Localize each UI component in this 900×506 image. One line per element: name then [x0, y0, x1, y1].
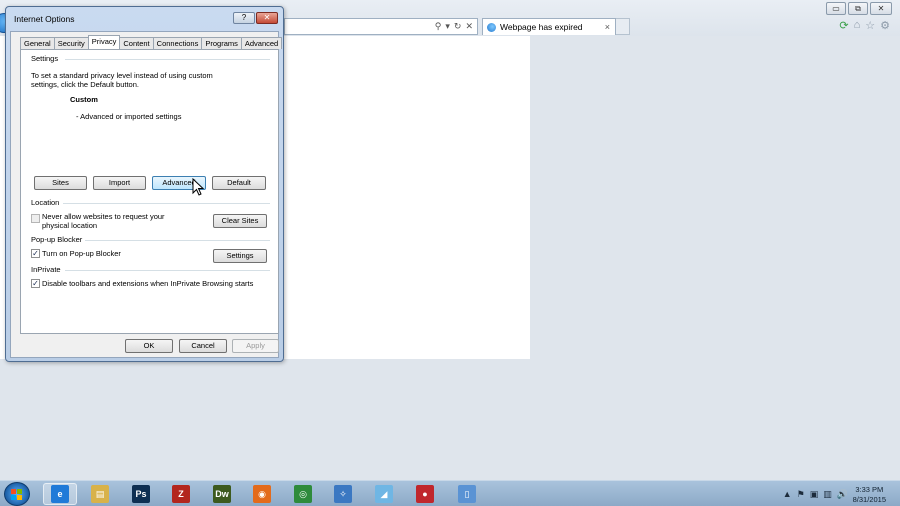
- tab-connections[interactable]: Connections: [152, 37, 203, 49]
- taskbar-app-dreamweaver[interactable]: Dw: [205, 483, 239, 505]
- taskbar-app-safari[interactable]: ✧: [326, 483, 360, 505]
- volume-icon[interactable]: 🔊: [837, 489, 848, 500]
- tab-advanced[interactable]: Advanced: [240, 37, 283, 49]
- restore-button[interactable]: ⧉: [848, 2, 868, 15]
- chrome-icon: ◎: [294, 485, 312, 503]
- taskbar-app-file-explorer[interactable]: ▤: [83, 483, 117, 505]
- clock[interactable]: 3:33 PM 8/31/2015: [853, 485, 886, 505]
- browser-right-icons: ⟳ ⌂ ☆ ⚙: [839, 19, 890, 32]
- taskbar-app-firefox[interactable]: ◉: [245, 483, 279, 505]
- taskbar-app-chrome[interactable]: ◎: [286, 483, 320, 505]
- photoshop-icon: Ps: [132, 485, 150, 503]
- default-button[interactable]: Default: [212, 176, 266, 190]
- minimize-button[interactable]: ▭: [826, 2, 846, 15]
- popup-blocker-checkbox[interactable]: ✓: [31, 249, 40, 258]
- group-divider: [65, 270, 270, 271]
- dialog-tabs: General Security Privacy Content Connect…: [20, 35, 283, 49]
- tab-title: Webpage has expired: [500, 22, 583, 32]
- dialog-title: Internet Options: [14, 14, 75, 24]
- taskbar-app-filezilla[interactable]: Z: [164, 483, 198, 505]
- filezilla-icon: Z: [172, 485, 190, 503]
- tab-general[interactable]: General: [20, 37, 55, 49]
- app-red-icon: ●: [416, 485, 434, 503]
- inprivate-checkbox[interactable]: ✓: [31, 279, 40, 288]
- browser-tab[interactable]: Webpage has expired ×: [482, 18, 616, 35]
- popup-blocker-label: Turn on Pop-up Blocker: [42, 249, 121, 258]
- address-bar[interactable]: ⚲ ▾ ↻ ✕: [284, 18, 478, 35]
- privacy-level-name: Custom: [70, 95, 98, 104]
- mouse-cursor-icon: [192, 178, 204, 196]
- import-button[interactable]: Import: [93, 176, 146, 190]
- document-icon: ▯: [458, 485, 476, 503]
- tab-privacy[interactable]: Privacy: [87, 35, 121, 49]
- close-window-button[interactable]: ✕: [870, 2, 892, 15]
- refresh-icon[interactable]: ↻: [454, 21, 462, 32]
- location-group-label: Location: [31, 198, 60, 207]
- page-icon: [487, 22, 496, 32]
- network-icon[interactable]: ▥: [823, 489, 832, 500]
- tab-programs[interactable]: Programs: [201, 37, 242, 49]
- window-controls: ▭ ⧉ ✕: [826, 2, 892, 15]
- home-icon[interactable]: ⌂: [854, 19, 861, 32]
- search-icon[interactable]: ⚲: [435, 21, 442, 32]
- taskbar-app-photoshop[interactable]: Ps: [124, 483, 158, 505]
- tray-app-icon[interactable]: ▣: [810, 489, 819, 500]
- group-divider: [63, 203, 270, 204]
- start-button[interactable]: [4, 482, 30, 506]
- inprivate-checkbox-label: Disable toolbars and extensions when InP…: [42, 279, 254, 288]
- taskbar-app-internet-explorer[interactable]: e: [43, 483, 77, 505]
- sites-button[interactable]: Sites: [34, 176, 87, 190]
- privacy-description-line2: settings, click the Default button.: [31, 80, 139, 89]
- settings-group-label: Settings: [31, 54, 59, 63]
- popup-settings-button[interactable]: Settings: [213, 249, 267, 263]
- tools-gear-icon[interactable]: ⚙: [880, 19, 890, 32]
- stop-icon[interactable]: ✕: [465, 21, 473, 32]
- popup-group-label: Pop-up Blocker: [31, 235, 83, 244]
- taskbar-app-app-red[interactable]: ●: [408, 483, 442, 505]
- location-checkbox-label-line1: Never allow websites to request your: [42, 212, 165, 221]
- dreamweaver-icon: Dw: [213, 485, 231, 503]
- internet-options-dialog: Internet Options ? ✕ General Security Pr…: [5, 6, 284, 362]
- chevron-down-icon[interactable]: ▾: [445, 21, 450, 32]
- clock-date: 8/31/2015: [852, 495, 886, 504]
- safari-icon: ✧: [334, 485, 352, 503]
- privacy-level-detail: - Advanced or imported settings: [76, 112, 182, 121]
- taskbar-app-app-blue[interactable]: ◢: [367, 483, 401, 505]
- dialog-close-button[interactable]: ✕: [256, 12, 278, 24]
- app-blue-icon: ◢: [375, 485, 393, 503]
- help-button[interactable]: ?: [233, 12, 255, 24]
- taskbar: e ▤ Ps Z Dw ◉ ◎ ✧ ◢ ● ▯ ▲ ⚑ ▣ ▥ 🔊 3:33 PM 8/31/201…: [0, 480, 900, 506]
- inprivate-group-label: InPrivate: [31, 265, 61, 274]
- file-explorer-icon: ▤: [91, 485, 109, 503]
- location-checkbox[interactable]: [31, 214, 40, 223]
- action-center-icon[interactable]: ⚑: [797, 489, 805, 500]
- new-tab-button[interactable]: [616, 18, 630, 35]
- privacy-panel: Settings To set a standard privacy level…: [20, 49, 279, 334]
- windows-logo-icon: [11, 489, 23, 500]
- tab-close-icon[interactable]: ×: [605, 22, 610, 32]
- show-hidden-icons-icon[interactable]: ▲: [783, 489, 792, 500]
- favorites-icon[interactable]: ☆: [865, 19, 875, 32]
- tab-security[interactable]: Security: [53, 37, 89, 49]
- privacy-description-line1: To set a standard privacy level instead …: [31, 71, 213, 80]
- group-divider: [65, 59, 270, 60]
- back-circle-icon[interactable]: ⟳: [839, 19, 848, 32]
- apply-button: Apply: [232, 339, 279, 353]
- system-tray: ▲ ⚑ ▣ ▥ 🔊: [783, 489, 848, 500]
- location-checkbox-label-line2: physical location: [42, 221, 98, 230]
- clock-time: 3:33 PM: [855, 485, 884, 494]
- group-divider: [85, 240, 270, 241]
- dialog-body: General Security Privacy Content Connect…: [10, 31, 283, 358]
- cancel-button[interactable]: Cancel: [179, 339, 227, 353]
- clear-sites-button[interactable]: Clear Sites: [213, 214, 267, 228]
- tab-content[interactable]: Content: [119, 37, 154, 49]
- internet-explorer-icon: e: [51, 485, 69, 503]
- taskbar-app-document[interactable]: ▯: [450, 483, 484, 505]
- firefox-icon: ◉: [253, 485, 271, 503]
- ok-button[interactable]: OK: [125, 339, 173, 353]
